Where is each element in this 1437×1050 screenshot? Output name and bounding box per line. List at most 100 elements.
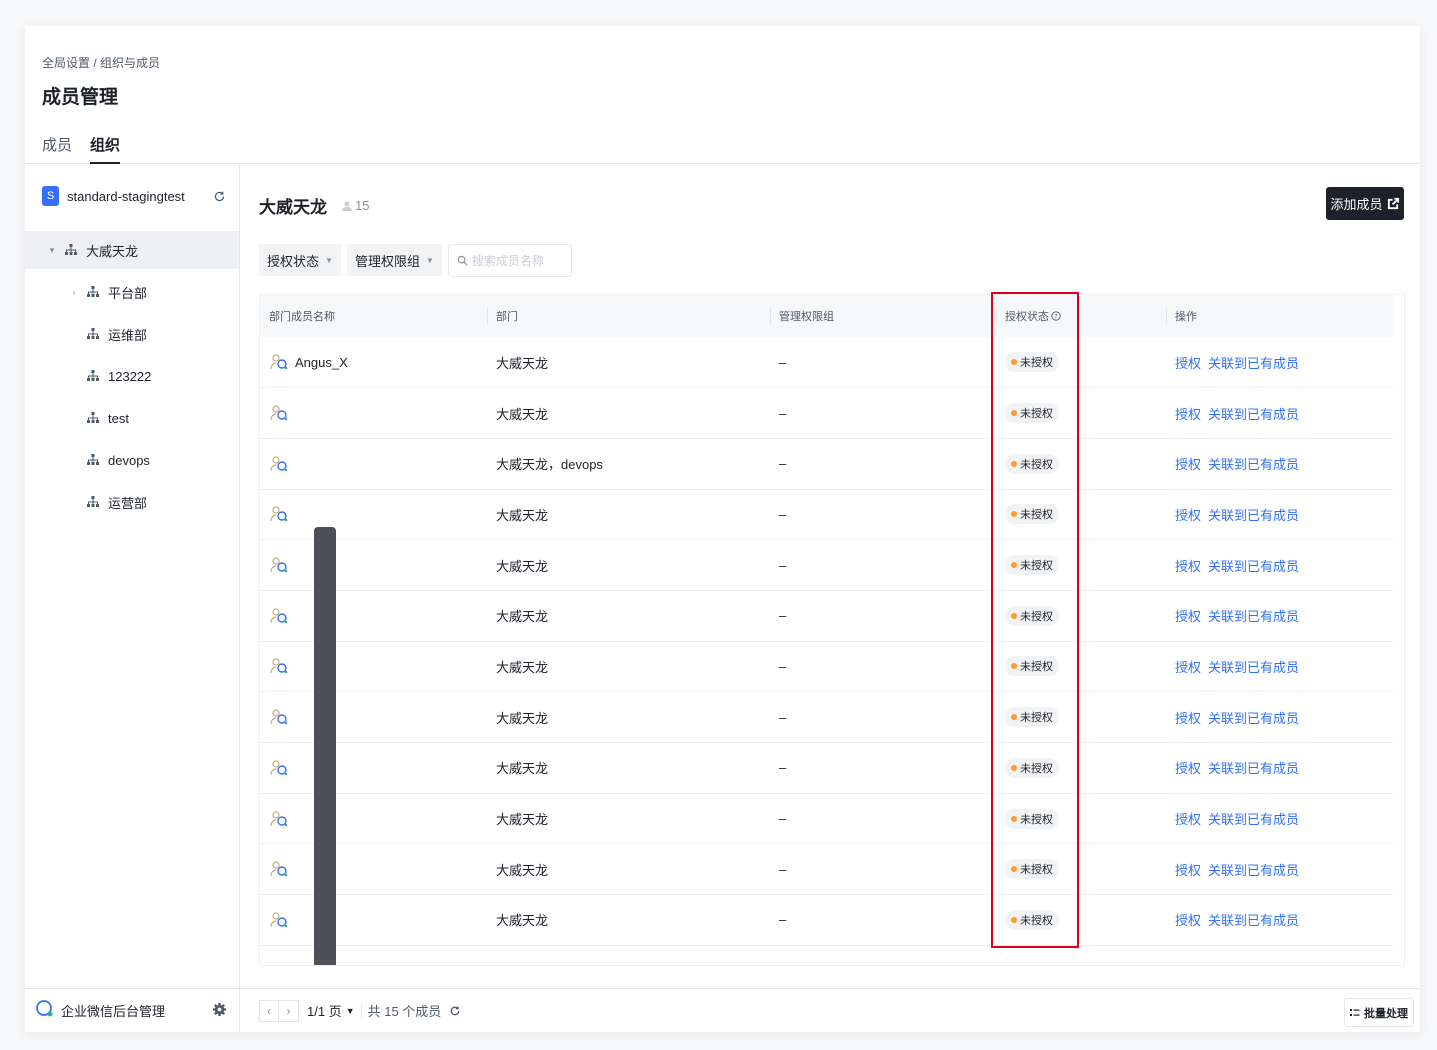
link-existing-member-link[interactable]: 关联到已有成员 <box>1208 913 1299 928</box>
link-existing-member-link[interactable]: 关联到已有成员 <box>1208 356 1299 371</box>
redaction-overlay <box>314 527 336 965</box>
link-existing-member-link[interactable]: 关联到已有成员 <box>1208 609 1299 624</box>
link-existing-member-link[interactable]: 关联到已有成员 <box>1208 559 1299 574</box>
permission-group-cell: – <box>770 438 996 490</box>
member-name-cell <box>260 843 487 896</box>
avatar-icon <box>270 810 288 826</box>
tree-item-label: 大威天龙 <box>86 243 139 259</box>
member-search[interactable] <box>447 244 572 277</box>
link-existing-member-link[interactable]: 关联到已有成员 <box>1208 711 1299 726</box>
department-cell: 大威天龙 <box>487 641 770 693</box>
tree-caret-icon[interactable]: › <box>69 287 79 297</box>
actions-cell: 授权 关联到已有成员 <box>1166 489 1394 541</box>
link-existing-member-link[interactable]: 关联到已有成员 <box>1208 407 1299 422</box>
authorize-link[interactable]: 授权 <box>1175 863 1201 878</box>
permission-group-cell: – <box>770 590 996 642</box>
link-existing-member-link[interactable]: 关联到已有成员 <box>1208 812 1299 827</box>
authorize-link[interactable]: 授权 <box>1175 508 1201 523</box>
tree-item[interactable]: test <box>25 399 239 437</box>
tree-item-label: 运维部 <box>108 327 148 343</box>
member-count-value: 15 <box>355 198 370 213</box>
user-icon <box>342 201 352 211</box>
avatar-icon <box>270 557 288 573</box>
actions-cell: 授权 关联到已有成员 <box>1166 742 1394 794</box>
avatar-icon <box>270 658 288 674</box>
tree-item[interactable]: 123222 <box>25 357 239 395</box>
member-name-cell <box>260 590 487 642</box>
actions-cell: 授权 关联到已有成员 <box>1166 387 1394 439</box>
tree-item-label: 平台部 <box>108 285 148 301</box>
org-structure-icon <box>87 412 99 423</box>
tree-item[interactable]: › 平台部 <box>25 273 239 311</box>
total-count-label: 共 15 个成员 <box>367 1004 442 1019</box>
total-count: 共 15 个成员 <box>368 1001 462 1020</box>
auth-status-filter[interactable]: 授权状态 ▼ <box>259 244 341 276</box>
table-header-row: 部门成员名称 部门 管理权限组 授权状态? 操作 <box>260 295 1394 337</box>
avatar-icon <box>270 608 288 624</box>
permission-group-cell: – <box>770 489 996 541</box>
tree-caret-icon[interactable]: ▾ <box>47 245 57 256</box>
member-name: Angus_X <box>295 354 348 370</box>
tree-item[interactable]: ▾ 大威天龙 <box>25 231 239 269</box>
list-icon <box>1350 1008 1360 1016</box>
link-existing-member-link[interactable]: 关联到已有成员 <box>1208 508 1299 523</box>
actions-cell: 授权 关联到已有成员 <box>1166 894 1394 946</box>
tab-organization[interactable]: 组织 <box>90 134 121 164</box>
authorize-link[interactable]: 授权 <box>1175 761 1201 776</box>
authorize-link[interactable]: 授权 <box>1175 457 1201 472</box>
department-cell: 大威天龙 <box>487 742 770 794</box>
link-existing-member-link[interactable]: 关联到已有成员 <box>1208 863 1299 878</box>
member-name-cell: Angus_X <box>260 337 487 389</box>
next-page-button[interactable]: › <box>279 999 299 1022</box>
members-table: 部门成员名称 部门 管理权限组 授权状态? 操作 Angus_X 大威天龙 – 未授权… <box>259 294 1405 966</box>
authorize-link[interactable]: 授权 <box>1175 559 1201 574</box>
search-input[interactable] <box>471 253 562 268</box>
authorize-link[interactable]: 授权 <box>1175 711 1201 726</box>
avatar-icon <box>270 456 288 472</box>
department-cell: 大威天龙 <box>487 489 770 541</box>
department-name: 大威天龙 <box>259 198 327 217</box>
link-existing-member-link[interactable]: 关联到已有成员 <box>1208 761 1299 776</box>
link-existing-member-link[interactable]: 关联到已有成员 <box>1208 660 1299 675</box>
org-structure-icon <box>87 328 99 339</box>
main-content: 大威天龙 15 添加成员 授权状态 ▼ 管理权限组 ▼ 搜索成员名称 部门成员名… <box>240 164 1420 1032</box>
avatar-icon <box>270 405 288 421</box>
tree-item[interactable]: devops <box>25 441 239 479</box>
add-member-button[interactable]: 添加成员 <box>1326 187 1404 220</box>
col-permission-group: 管理权限组 <box>770 295 996 337</box>
permission-group-cell: – <box>770 742 996 794</box>
avatar-icon <box>270 861 288 877</box>
prev-page-button[interactable]: ‹ <box>259 999 279 1022</box>
department-cell: 大威天龙 <box>487 691 770 743</box>
breadcrumb[interactable]: 全局设置 / 组织与成员 <box>42 54 160 71</box>
permission-group-filter-label: 管理权限组 <box>354 253 420 269</box>
avatar-icon <box>270 760 288 776</box>
actions-cell: 授权 关联到已有成员 <box>1166 590 1394 642</box>
permission-group-cell: – <box>770 387 996 439</box>
org-structure-icon <box>87 286 99 297</box>
tree-item[interactable]: 运营部 <box>25 483 239 521</box>
actions-cell: 授权 关联到已有成员 <box>1166 337 1394 389</box>
authorize-link[interactable]: 授权 <box>1175 660 1201 675</box>
member-name-cell <box>260 438 487 490</box>
divider <box>360 1003 362 1018</box>
authorize-link[interactable]: 授权 <box>1175 407 1201 422</box>
authorize-link[interactable]: 授权 <box>1175 609 1201 624</box>
refresh-icon[interactable] <box>211 188 227 204</box>
authorize-link[interactable]: 授权 <box>1175 812 1201 827</box>
gear-icon[interactable] <box>212 1002 227 1020</box>
table-row: 大威天龙 – 未授权 授权 关联到已有成员 <box>260 742 1394 794</box>
wecom-admin-link[interactable]: 企业微信后台管理 <box>61 1001 212 1020</box>
tree-item[interactable]: 运维部 <box>25 315 239 353</box>
batch-process-button[interactable]: 批量处理 <box>1344 998 1414 1027</box>
actions-cell: 授权 关联到已有成员 <box>1166 793 1394 845</box>
page-select[interactable]: 1/1 页 ▼ <box>307 1001 355 1020</box>
authorize-link[interactable]: 授权 <box>1175 356 1201 371</box>
permission-group-filter[interactable]: 管理权限组 ▼ <box>346 244 442 276</box>
auth-status-filter-label: 授权状态 <box>267 253 320 269</box>
table-row: 大威天龙 – 未授权 授权 关联到已有成员 <box>260 793 1394 845</box>
authorize-link[interactable]: 授权 <box>1175 913 1201 928</box>
permission-group-cell: – <box>770 641 996 693</box>
link-existing-member-link[interactable]: 关联到已有成员 <box>1208 457 1299 472</box>
tab-members[interactable]: 成员 <box>42 134 72 161</box>
